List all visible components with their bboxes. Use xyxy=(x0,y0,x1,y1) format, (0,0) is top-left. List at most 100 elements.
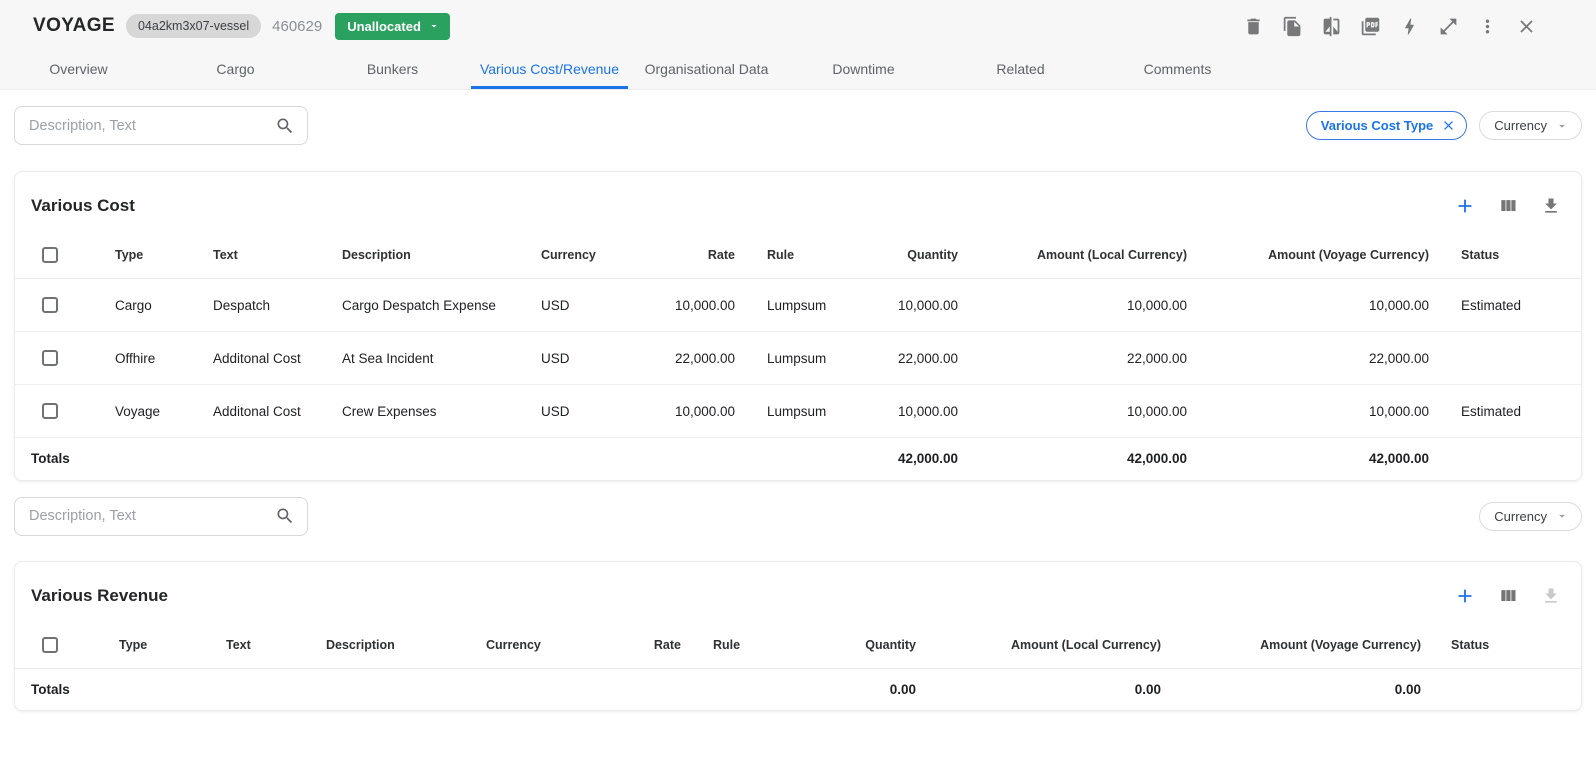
cell-currency: USD xyxy=(541,385,640,438)
vessel-badge: 04a2km3x07-vessel xyxy=(126,14,261,38)
search-icon[interactable] xyxy=(275,116,295,136)
add-row-icon[interactable] xyxy=(1453,584,1477,608)
cell-currency: USD xyxy=(541,332,640,385)
col-currency: Currency xyxy=(486,622,586,669)
totals-row: Totals 42,000.00 42,000.00 42,000.00 xyxy=(15,438,1581,480)
chip-label: Currency xyxy=(1494,509,1547,524)
add-row-icon[interactable] xyxy=(1453,194,1477,218)
expand-icon[interactable] xyxy=(1436,14,1460,38)
col-type: Type xyxy=(115,232,213,279)
cell-amount-local: 10,000.00 xyxy=(958,385,1187,438)
tab-overview[interactable]: Overview xyxy=(0,52,157,89)
chip-remove-icon[interactable] xyxy=(1441,118,1456,133)
col-status: Status xyxy=(1421,622,1581,669)
tab-bar: Overview Cargo Bunkers Various Cost/Reve… xyxy=(0,52,1596,89)
cell-description: At Sea Incident xyxy=(342,332,541,385)
pdf-icon[interactable] xyxy=(1358,14,1382,38)
filter-chip-currency[interactable]: Currency xyxy=(1479,111,1582,140)
card-actions xyxy=(1453,194,1563,218)
compare-icon[interactable] xyxy=(1319,14,1343,38)
revenue-search-box[interactable] xyxy=(14,497,308,536)
tab-various-cost-revenue[interactable]: Various Cost/Revenue xyxy=(471,52,628,89)
revenue-filter-row: Currency xyxy=(14,497,1582,536)
section-title: Various Cost xyxy=(31,196,135,216)
col-amount-local: Amount (Local Currency) xyxy=(958,232,1187,279)
totals-amount-voyage: 42,000.00 xyxy=(1187,438,1429,480)
table-row[interactable]: Offhire Additonal Cost At Sea Incident U… xyxy=(15,332,1581,385)
col-description: Description xyxy=(326,622,486,669)
dropdown-caret-icon xyxy=(428,20,440,32)
card-actions xyxy=(1453,584,1563,608)
totals-amount-local: 0.00 xyxy=(916,668,1161,710)
col-amount-voyage: Amount (Voyage Currency) xyxy=(1187,232,1429,279)
download-icon xyxy=(1539,584,1563,608)
tab-cargo[interactable]: Cargo xyxy=(157,52,314,89)
cell-amount-local: 22,000.00 xyxy=(958,332,1187,385)
totals-label: Totals xyxy=(15,438,825,480)
col-rate: Rate xyxy=(586,622,681,669)
col-quantity: Quantity xyxy=(771,622,916,669)
cell-status: Estimated xyxy=(1429,279,1581,332)
row-checkbox[interactable] xyxy=(42,350,58,366)
cell-type: Offhire xyxy=(115,332,213,385)
tab-bunkers[interactable]: Bunkers xyxy=(314,52,471,89)
cell-rate: 10,000.00 xyxy=(640,385,735,438)
tab-organisational-data[interactable]: Organisational Data xyxy=(628,52,785,89)
various-cost-table: Type Text Description Currency Rate Rule… xyxy=(15,232,1581,480)
top-bar: VOYAGE 04a2km3x07-vessel 460629 Unalloca… xyxy=(0,0,1596,90)
cell-text: Additonal Cost xyxy=(213,332,342,385)
cell-rule: Lumpsum xyxy=(735,279,825,332)
page-title: VOYAGE xyxy=(33,15,115,37)
cell-type: Voyage xyxy=(115,385,213,438)
row-checkbox[interactable] xyxy=(42,297,58,313)
col-rule: Rule xyxy=(681,622,771,669)
filter-chip-currency[interactable]: Currency xyxy=(1479,502,1582,531)
cell-amount-voyage: 10,000.00 xyxy=(1187,279,1429,332)
select-all-checkbox[interactable] xyxy=(42,637,58,653)
totals-quantity: 42,000.00 xyxy=(825,438,958,480)
title-row: VOYAGE 04a2km3x07-vessel 460629 Unalloca… xyxy=(0,0,1596,52)
header-row: Type Text Description Currency Rate Rule… xyxy=(15,622,1581,669)
cell-description: Crew Expenses xyxy=(342,385,541,438)
filter-chip-various-cost-type[interactable]: Various Cost Type xyxy=(1306,111,1467,140)
download-icon[interactable] xyxy=(1539,194,1563,218)
col-rate: Rate xyxy=(640,232,735,279)
cell-rate: 22,000.00 xyxy=(640,332,735,385)
search-icon[interactable] xyxy=(275,506,295,526)
columns-icon[interactable] xyxy=(1496,194,1520,218)
totals-row: Totals 0.00 0.00 0.00 xyxy=(15,668,1581,710)
delete-icon[interactable] xyxy=(1241,14,1265,38)
table-row[interactable]: Cargo Despatch Cargo Despatch Expense US… xyxy=(15,279,1581,332)
tab-related[interactable]: Related xyxy=(942,52,1099,89)
cost-search-input[interactable] xyxy=(29,118,275,134)
select-all-checkbox[interactable] xyxy=(42,247,58,263)
table-row[interactable]: Voyage Additonal Cost Crew Expenses USD … xyxy=(15,385,1581,438)
allocation-status-button[interactable]: Unallocated xyxy=(335,13,450,40)
bolt-icon[interactable] xyxy=(1397,14,1421,38)
copy-icon[interactable] xyxy=(1280,14,1304,38)
row-checkbox[interactable] xyxy=(42,403,58,419)
chip-label: Various Cost Type xyxy=(1321,118,1433,133)
col-type: Type xyxy=(119,622,226,669)
totals-amount-local: 42,000.00 xyxy=(958,438,1187,480)
cell-description: Cargo Despatch Expense xyxy=(342,279,541,332)
various-revenue-header: Various Revenue xyxy=(15,562,1581,622)
various-revenue-card: Various Revenue Type Text Description Cu… xyxy=(14,561,1582,712)
more-icon[interactable] xyxy=(1475,14,1499,38)
columns-icon[interactable] xyxy=(1496,584,1520,608)
revenue-filter-chips: Currency xyxy=(1479,502,1582,531)
close-icon[interactable] xyxy=(1514,14,1538,38)
revenue-search-input[interactable] xyxy=(29,508,275,524)
cell-amount-voyage: 22,000.00 xyxy=(1187,332,1429,385)
col-text: Text xyxy=(213,232,342,279)
section-title: Various Revenue xyxy=(31,586,168,606)
tab-comments[interactable]: Comments xyxy=(1099,52,1256,89)
various-cost-card: Various Cost Type Text Description Curre… xyxy=(14,171,1582,481)
cell-rate: 10,000.00 xyxy=(640,279,735,332)
cost-search-box[interactable] xyxy=(14,106,308,145)
totals-label: Totals xyxy=(15,668,771,710)
cost-filter-chips: Various Cost Type Currency xyxy=(1306,111,1582,140)
chip-label: Currency xyxy=(1494,118,1547,133)
tab-downtime[interactable]: Downtime xyxy=(785,52,942,89)
cell-text: Despatch xyxy=(213,279,342,332)
